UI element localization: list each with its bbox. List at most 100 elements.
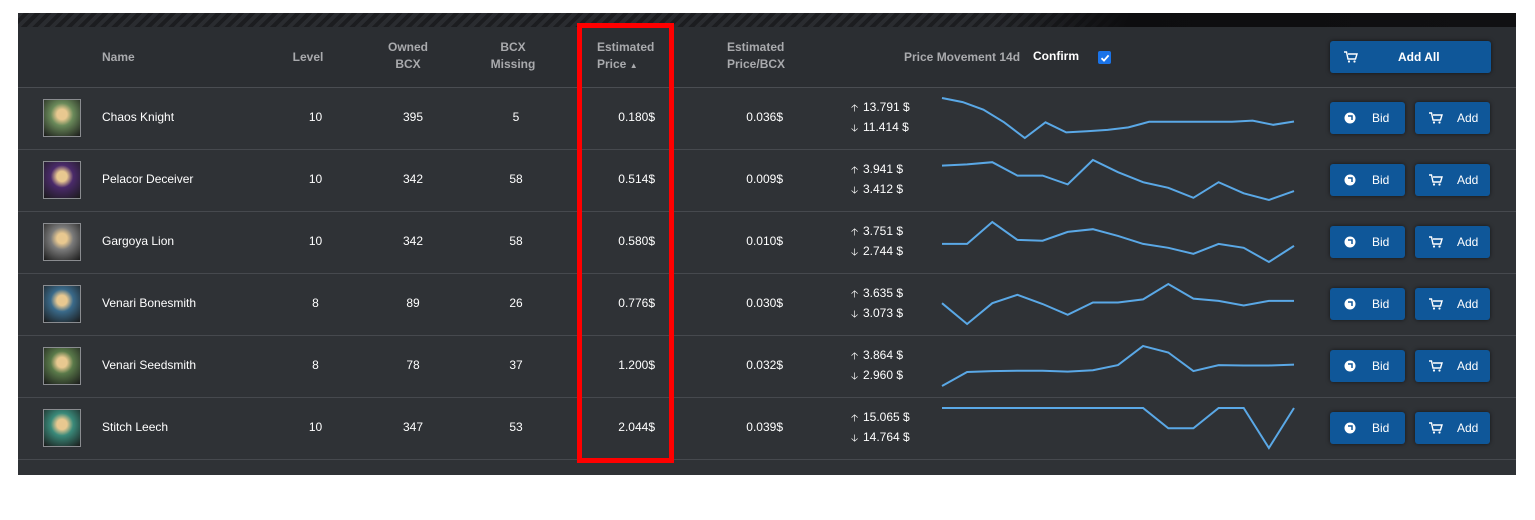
sort-asc-icon: ▲ (629, 61, 638, 70)
card-estimated-price-bcx: 0.039$ (746, 420, 783, 434)
bid-label: Bid (1372, 359, 1390, 373)
header-estimated-price[interactable]: Estimated Price ▲ (597, 39, 677, 74)
cart-add-icon (1429, 360, 1443, 372)
card-level: 10 (308, 420, 323, 434)
auction-icon (1344, 360, 1356, 372)
sparkline-path (941, 158, 1295, 202)
add-button[interactable]: Add (1415, 288, 1490, 320)
header-est-price-bcx-line1: Estimated (727, 40, 785, 54)
card-level: 8 (312, 358, 319, 372)
card-bcx-missing: 58 (509, 234, 523, 248)
table-row: Venari Seedsmith 8 78 37 1.200$ 0.032$ 🡡… (18, 336, 1516, 398)
add-label: Add (1457, 235, 1479, 249)
add-label: Add (1457, 297, 1479, 311)
card-avatar[interactable] (43, 409, 81, 447)
add-button[interactable]: Add (1415, 102, 1490, 134)
cart-add-icon (1429, 236, 1443, 248)
header-est-price-line1: Estimated (597, 40, 655, 54)
card-avatar[interactable] (43, 347, 81, 385)
table-row: Gargoya Lion 10 342 58 0.580$ 0.010$ 🡡 3.… (18, 212, 1516, 274)
add-label: Add (1457, 359, 1479, 373)
bid-label: Bid (1372, 235, 1390, 249)
arrow-down-icon: 🡣 (851, 123, 859, 134)
price-low-value: 2.960 $ (863, 368, 904, 382)
price-low: 🡣 3.412 $ (851, 182, 903, 200)
add-button[interactable]: Add (1415, 412, 1490, 444)
bid-label: Bid (1372, 421, 1390, 435)
add-label: Add (1457, 111, 1479, 125)
price-low-value: 11.414 $ (863, 120, 909, 134)
price-sparkline (942, 220, 1295, 264)
add-label: Add (1457, 173, 1479, 187)
card-owned-bcx: 342 (402, 172, 424, 186)
price-high: 🡡 3.941 $ (851, 162, 903, 180)
header-name[interactable]: Name (102, 49, 135, 66)
header-level[interactable]: Level (288, 49, 328, 66)
bid-button[interactable]: Bid (1330, 164, 1405, 196)
card-estimated-price: 0.514$ (618, 172, 655, 186)
arrow-down-icon: 🡣 (851, 371, 859, 382)
card-name[interactable]: Gargoya Lion (102, 234, 174, 248)
add-button[interactable]: Add (1415, 226, 1490, 258)
price-low: 🡣 3.073 $ (851, 306, 903, 324)
add-button[interactable]: Add (1415, 164, 1490, 196)
card-bcx-missing: 26 (509, 296, 523, 310)
top-dark-decoration (1000, 13, 1516, 27)
confirm-label: Confirm (1033, 49, 1079, 63)
auction-icon (1344, 174, 1356, 186)
card-name[interactable]: Pelacor Deceiver (102, 172, 193, 186)
price-high: 🡡 3.751 $ (851, 224, 903, 242)
header-owned-line2: BCX (395, 57, 421, 71)
arrow-up-icon: 🡡 (851, 351, 859, 362)
card-bcx-missing: 58 (509, 172, 523, 186)
sparkline-path (942, 220, 1295, 264)
card-avatar[interactable] (43, 161, 81, 199)
card-avatar[interactable] (43, 99, 81, 137)
bid-button[interactable]: Bid (1330, 288, 1405, 320)
price-low-value: 3.073 $ (863, 306, 904, 320)
price-low: 🡣 14.764 $ (851, 430, 910, 448)
auction-icon (1344, 112, 1356, 124)
card-estimated-price-bcx: 0.010$ (746, 234, 783, 248)
table-row: Chaos Knight 10 395 5 0.180$ 0.036$ 🡡 13.… (18, 88, 1516, 150)
bid-button[interactable]: Bid (1330, 412, 1405, 444)
card-owned-bcx: 347 (402, 420, 424, 434)
price-high: 🡡 3.864 $ (851, 348, 903, 366)
card-avatar[interactable] (43, 223, 81, 261)
arrow-up-icon: 🡡 (851, 227, 859, 238)
cart-add-icon (1429, 174, 1443, 186)
cart-add-icon (1429, 112, 1443, 124)
table-row: Venari Bonesmith 8 89 26 0.776$ 0.030$ 🡡… (18, 274, 1516, 336)
confirm-checkbox[interactable] (1098, 51, 1111, 64)
card-estimated-price: 2.044$ (618, 420, 655, 434)
card-owned-bcx: 395 (402, 110, 424, 124)
header-estimated-price-bcx[interactable]: Estimated Price/BCX (727, 39, 807, 73)
card-name[interactable]: Chaos Knight (102, 110, 174, 124)
bid-label: Bid (1372, 297, 1390, 311)
sparkline-path (941, 344, 1295, 387)
header-bcx-missing[interactable]: BCX Missing (483, 39, 543, 73)
price-sparkline (941, 282, 1294, 326)
card-name[interactable]: Stitch Leech (102, 420, 168, 434)
card-name[interactable]: Venari Bonesmith (102, 296, 196, 310)
card-estimated-price: 0.776$ (618, 296, 655, 310)
add-all-button[interactable]: Add All (1330, 41, 1491, 73)
bid-button[interactable]: Bid (1330, 226, 1405, 258)
header-owned-bcx[interactable]: Owned BCX (383, 39, 433, 73)
table-header: Name Level Owned BCX BCX Missing Estimat… (18, 27, 1516, 88)
card-avatar[interactable] (43, 285, 81, 323)
price-high-value: 3.941 $ (863, 162, 904, 176)
header-missing-line2: Missing (490, 57, 536, 71)
arrow-down-icon: 🡣 (851, 309, 859, 320)
card-owned-bcx: 89 (406, 296, 420, 310)
price-sparkline (942, 407, 1295, 450)
bid-button[interactable]: Bid (1330, 102, 1405, 134)
add-button[interactable]: Add (1415, 350, 1490, 382)
card-name[interactable]: Venari Seedsmith (102, 358, 196, 372)
price-sparkline (941, 97, 1295, 140)
price-high-value: 13.791 $ (863, 100, 910, 114)
card-bcx-missing: 37 (509, 358, 523, 372)
header-missing-line1: BCX (500, 40, 526, 54)
bid-button[interactable]: Bid (1330, 350, 1405, 382)
arrow-down-icon: 🡣 (851, 247, 859, 258)
